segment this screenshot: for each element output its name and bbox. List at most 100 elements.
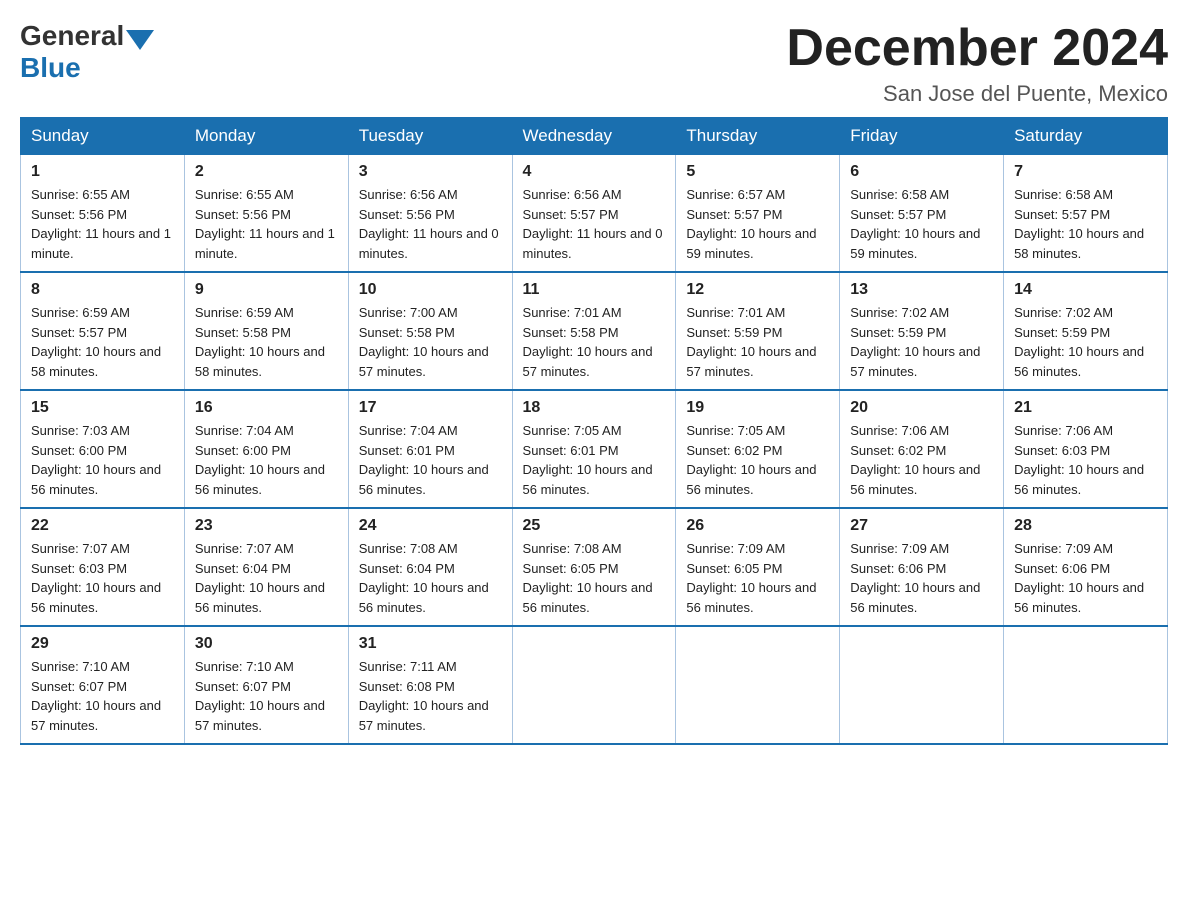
day-number: 7: [1014, 163, 1157, 181]
calendar-day-cell: 23 Sunrise: 7:07 AMSunset: 6:04 PMDaylig…: [184, 508, 348, 626]
day-info: Sunrise: 7:04 AMSunset: 6:00 PMDaylight:…: [195, 423, 325, 497]
calendar-day-cell: 26 Sunrise: 7:09 AMSunset: 6:05 PMDaylig…: [676, 508, 840, 626]
month-title: December 2024: [786, 20, 1168, 77]
calendar-day-cell: 1 Sunrise: 6:55 AMSunset: 5:56 PMDayligh…: [21, 155, 185, 273]
calendar-day-cell: 5 Sunrise: 6:57 AMSunset: 5:57 PMDayligh…: [676, 155, 840, 273]
day-info: Sunrise: 7:08 AMSunset: 6:05 PMDaylight:…: [523, 541, 653, 615]
calendar-day-cell: 25 Sunrise: 7:08 AMSunset: 6:05 PMDaylig…: [512, 508, 676, 626]
calendar-day-cell: 30 Sunrise: 7:10 AMSunset: 6:07 PMDaylig…: [184, 626, 348, 744]
calendar-day-cell: 15 Sunrise: 7:03 AMSunset: 6:00 PMDaylig…: [21, 390, 185, 508]
day-number: 6: [850, 163, 993, 181]
calendar-header-row: SundayMondayTuesdayWednesdayThursdayFrid…: [21, 118, 1168, 155]
day-info: Sunrise: 6:56 AMSunset: 5:56 PMDaylight:…: [359, 187, 499, 261]
calendar-day-cell: 13 Sunrise: 7:02 AMSunset: 5:59 PMDaylig…: [840, 272, 1004, 390]
calendar-day-cell: 24 Sunrise: 7:08 AMSunset: 6:04 PMDaylig…: [348, 508, 512, 626]
day-number: 13: [850, 281, 993, 299]
day-info: Sunrise: 7:00 AMSunset: 5:58 PMDaylight:…: [359, 305, 489, 379]
day-info: Sunrise: 7:05 AMSunset: 6:01 PMDaylight:…: [523, 423, 653, 497]
calendar-day-cell: [1004, 626, 1168, 744]
calendar-day-cell: 29 Sunrise: 7:10 AMSunset: 6:07 PMDaylig…: [21, 626, 185, 744]
calendar-week-row: 15 Sunrise: 7:03 AMSunset: 6:00 PMDaylig…: [21, 390, 1168, 508]
day-number: 27: [850, 517, 993, 535]
calendar-day-cell: [676, 626, 840, 744]
calendar-day-cell: 19 Sunrise: 7:05 AMSunset: 6:02 PMDaylig…: [676, 390, 840, 508]
day-of-week-header: Monday: [184, 118, 348, 155]
calendar-week-row: 8 Sunrise: 6:59 AMSunset: 5:57 PMDayligh…: [21, 272, 1168, 390]
day-info: Sunrise: 7:01 AMSunset: 5:58 PMDaylight:…: [523, 305, 653, 379]
day-number: 31: [359, 635, 502, 653]
calendar-day-cell: 11 Sunrise: 7:01 AMSunset: 5:58 PMDaylig…: [512, 272, 676, 390]
day-info: Sunrise: 7:01 AMSunset: 5:59 PMDaylight:…: [686, 305, 816, 379]
logo-general-text: General: [20, 20, 124, 52]
calendar-day-cell: 6 Sunrise: 6:58 AMSunset: 5:57 PMDayligh…: [840, 155, 1004, 273]
day-info: Sunrise: 6:55 AMSunset: 5:56 PMDaylight:…: [31, 187, 171, 261]
day-number: 8: [31, 281, 174, 299]
day-number: 9: [195, 281, 338, 299]
day-number: 2: [195, 163, 338, 181]
calendar-day-cell: 21 Sunrise: 7:06 AMSunset: 6:03 PMDaylig…: [1004, 390, 1168, 508]
calendar-day-cell: 27 Sunrise: 7:09 AMSunset: 6:06 PMDaylig…: [840, 508, 1004, 626]
day-info: Sunrise: 7:05 AMSunset: 6:02 PMDaylight:…: [686, 423, 816, 497]
day-number: 26: [686, 517, 829, 535]
calendar-day-cell: 8 Sunrise: 6:59 AMSunset: 5:57 PMDayligh…: [21, 272, 185, 390]
day-info: Sunrise: 7:06 AMSunset: 6:02 PMDaylight:…: [850, 423, 980, 497]
day-info: Sunrise: 7:07 AMSunset: 6:04 PMDaylight:…: [195, 541, 325, 615]
day-of-week-header: Thursday: [676, 118, 840, 155]
calendar-day-cell: 31 Sunrise: 7:11 AMSunset: 6:08 PMDaylig…: [348, 626, 512, 744]
calendar-week-row: 29 Sunrise: 7:10 AMSunset: 6:07 PMDaylig…: [21, 626, 1168, 744]
logo-blue-text: Blue: [20, 52, 81, 84]
calendar-day-cell: 9 Sunrise: 6:59 AMSunset: 5:58 PMDayligh…: [184, 272, 348, 390]
day-of-week-header: Saturday: [1004, 118, 1168, 155]
day-info: Sunrise: 7:09 AMSunset: 6:06 PMDaylight:…: [850, 541, 980, 615]
day-info: Sunrise: 7:04 AMSunset: 6:01 PMDaylight:…: [359, 423, 489, 497]
day-number: 24: [359, 517, 502, 535]
calendar-table: SundayMondayTuesdayWednesdayThursdayFrid…: [20, 117, 1168, 745]
day-number: 22: [31, 517, 174, 535]
day-number: 25: [523, 517, 666, 535]
title-section: December 2024 San Jose del Puente, Mexic…: [786, 20, 1168, 107]
day-info: Sunrise: 6:56 AMSunset: 5:57 PMDaylight:…: [523, 187, 663, 261]
day-number: 12: [686, 281, 829, 299]
day-number: 30: [195, 635, 338, 653]
day-number: 16: [195, 399, 338, 417]
day-number: 28: [1014, 517, 1157, 535]
day-number: 17: [359, 399, 502, 417]
calendar-day-cell: 2 Sunrise: 6:55 AMSunset: 5:56 PMDayligh…: [184, 155, 348, 273]
day-info: Sunrise: 7:06 AMSunset: 6:03 PMDaylight:…: [1014, 423, 1144, 497]
calendar-day-cell: 16 Sunrise: 7:04 AMSunset: 6:00 PMDaylig…: [184, 390, 348, 508]
calendar-day-cell: 12 Sunrise: 7:01 AMSunset: 5:59 PMDaylig…: [676, 272, 840, 390]
day-number: 15: [31, 399, 174, 417]
calendar-day-cell: 7 Sunrise: 6:58 AMSunset: 5:57 PMDayligh…: [1004, 155, 1168, 273]
day-info: Sunrise: 6:59 AMSunset: 5:58 PMDaylight:…: [195, 305, 325, 379]
day-number: 4: [523, 163, 666, 181]
day-of-week-header: Tuesday: [348, 118, 512, 155]
location-text: San Jose del Puente, Mexico: [786, 81, 1168, 107]
day-number: 21: [1014, 399, 1157, 417]
day-info: Sunrise: 6:57 AMSunset: 5:57 PMDaylight:…: [686, 187, 816, 261]
day-number: 23: [195, 517, 338, 535]
day-info: Sunrise: 7:02 AMSunset: 5:59 PMDaylight:…: [850, 305, 980, 379]
calendar-day-cell: 3 Sunrise: 6:56 AMSunset: 5:56 PMDayligh…: [348, 155, 512, 273]
day-number: 19: [686, 399, 829, 417]
calendar-day-cell: 14 Sunrise: 7:02 AMSunset: 5:59 PMDaylig…: [1004, 272, 1168, 390]
calendar-day-cell: 28 Sunrise: 7:09 AMSunset: 6:06 PMDaylig…: [1004, 508, 1168, 626]
day-number: 14: [1014, 281, 1157, 299]
day-info: Sunrise: 7:08 AMSunset: 6:04 PMDaylight:…: [359, 541, 489, 615]
calendar-day-cell: 10 Sunrise: 7:00 AMSunset: 5:58 PMDaylig…: [348, 272, 512, 390]
day-of-week-header: Wednesday: [512, 118, 676, 155]
day-number: 5: [686, 163, 829, 181]
day-info: Sunrise: 7:03 AMSunset: 6:00 PMDaylight:…: [31, 423, 161, 497]
calendar-day-cell: 20 Sunrise: 7:06 AMSunset: 6:02 PMDaylig…: [840, 390, 1004, 508]
calendar-day-cell: 4 Sunrise: 6:56 AMSunset: 5:57 PMDayligh…: [512, 155, 676, 273]
day-number: 1: [31, 163, 174, 181]
day-info: Sunrise: 7:02 AMSunset: 5:59 PMDaylight:…: [1014, 305, 1144, 379]
calendar-day-cell: 18 Sunrise: 7:05 AMSunset: 6:01 PMDaylig…: [512, 390, 676, 508]
day-number: 3: [359, 163, 502, 181]
day-info: Sunrise: 7:10 AMSunset: 6:07 PMDaylight:…: [195, 659, 325, 733]
day-info: Sunrise: 7:11 AMSunset: 6:08 PMDaylight:…: [359, 659, 489, 733]
day-number: 18: [523, 399, 666, 417]
day-of-week-header: Friday: [840, 118, 1004, 155]
day-info: Sunrise: 7:09 AMSunset: 6:06 PMDaylight:…: [1014, 541, 1144, 615]
day-number: 10: [359, 281, 502, 299]
logo: General Blue: [20, 20, 156, 84]
